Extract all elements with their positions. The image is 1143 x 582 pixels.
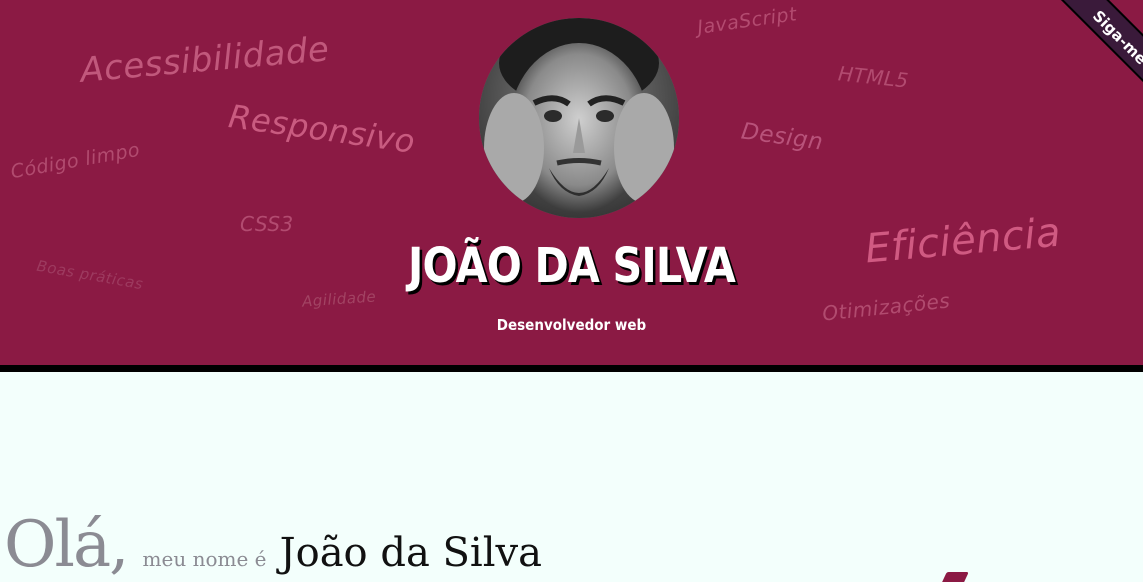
follow-ribbon-container: Siga-me — [1023, 0, 1143, 120]
job-title: Desenvolvedor web — [496, 316, 647, 334]
greeting-text: Olá, — [4, 508, 129, 582]
tag-design: Design — [739, 118, 825, 156]
tag-responsivo: Responsivo — [226, 97, 418, 161]
intro-heading: Olá, meu nome é João da Silva — [4, 508, 542, 582]
tag-css3: CSS3 — [240, 212, 294, 236]
tag-javascript: JavaScript — [695, 3, 799, 39]
intro-name: João da Silva — [279, 530, 542, 576]
tag-html5: HTML5 — [836, 61, 910, 93]
tag-acessibilidade: Acessibilidade — [78, 29, 331, 91]
follow-me-ribbon[interactable]: Siga-me — [1057, 0, 1143, 118]
lead-text: meu nome é — [142, 547, 267, 571]
tag-codigo-limpo: Código limpo — [9, 138, 142, 184]
hero-header: Acessibilidade Responsivo Código limpo C… — [0, 0, 1143, 372]
page-title: JOÃO DA SILVA — [408, 238, 736, 294]
profile-photo — [479, 18, 679, 218]
profile-avatar — [479, 18, 679, 218]
decorative-mark — [941, 572, 969, 582]
